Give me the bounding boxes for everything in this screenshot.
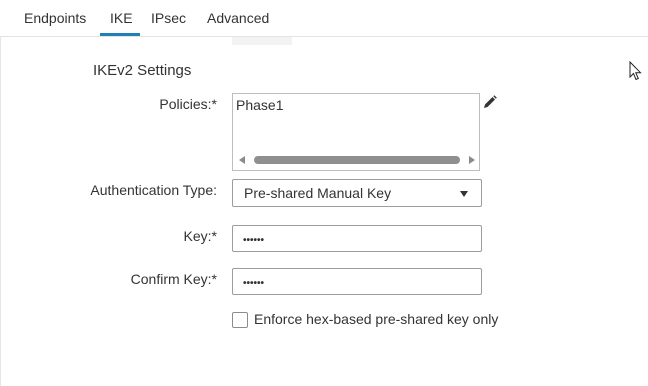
- confirm-key-masked-value: ••••••: [243, 278, 265, 289]
- enforce-hex-checkbox[interactable]: [232, 312, 248, 328]
- auth-type-label: Authentication Type:: [90, 182, 217, 198]
- key-label: Key:*: [183, 228, 217, 244]
- policies-list[interactable]: Phase1: [232, 93, 480, 171]
- enforce-hex-label[interactable]: Enforce hex-based pre-shared key only: [254, 311, 498, 327]
- key-masked-value: ••••••: [243, 235, 265, 246]
- pencil-icon[interactable]: [482, 94, 498, 110]
- auth-type-value: Pre-shared Manual Key: [244, 185, 392, 201]
- scroll-left-icon[interactable]: [239, 156, 245, 164]
- scrollbar-thumb[interactable]: [254, 156, 460, 164]
- tab-bar: Endpoints IKE IPsec Advanced: [0, 0, 648, 37]
- tab-endpoints[interactable]: Endpoints: [24, 10, 86, 26]
- section-title: IKEv2 Settings: [93, 62, 192, 79]
- tab-advanced[interactable]: Advanced: [207, 10, 269, 26]
- key-field[interactable]: ••••••: [232, 225, 482, 252]
- policies-horizontal-scrollbar[interactable]: [239, 156, 475, 164]
- mouse-pointer-icon: [629, 60, 643, 81]
- caret-down-icon: [460, 191, 468, 197]
- policy-item[interactable]: Phase1: [236, 97, 283, 113]
- auth-type-select[interactable]: Pre-shared Manual Key: [232, 179, 482, 207]
- confirm-key-label: Confirm Key:*: [130, 271, 217, 287]
- scrolled-content-stub: [232, 37, 292, 45]
- scroll-right-icon[interactable]: [469, 156, 475, 164]
- active-tab-indicator: [100, 33, 140, 36]
- confirm-key-field[interactable]: ••••••: [232, 268, 482, 295]
- tab-ike[interactable]: IKE: [110, 10, 133, 26]
- panel-edge: [0, 37, 1, 386]
- tab-ipsec[interactable]: IPsec: [151, 10, 186, 26]
- policies-label: Policies:*: [159, 96, 217, 112]
